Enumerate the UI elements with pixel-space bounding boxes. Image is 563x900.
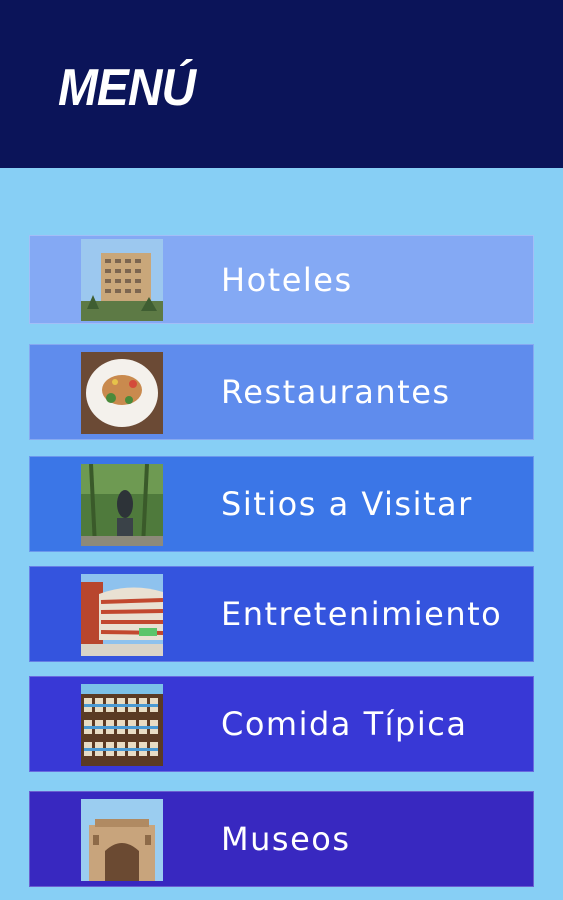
food-plate-image	[81, 352, 163, 434]
menu-item-label: Hoteles	[221, 260, 353, 299]
menu-item-label: Sitios a Visitar	[221, 485, 473, 523]
menu-item-hoteles[interactable]: Hoteles	[29, 235, 534, 324]
museum-facade-image	[81, 799, 163, 881]
menu-item-restaurantes[interactable]: Restaurantes	[29, 344, 534, 440]
market-shelves-image	[81, 684, 163, 766]
menu-item-sitios-a-visitar[interactable]: Sitios a Visitar	[29, 456, 534, 552]
menu-item-label: Restaurantes	[221, 373, 451, 411]
menu-item-museos[interactable]: Museos	[29, 791, 534, 887]
menu-item-label: Museos	[221, 820, 351, 858]
menu-item-entretenimiento[interactable]: Entretenimiento	[29, 566, 534, 662]
modern-building-image	[81, 574, 163, 656]
menu-list: Hoteles Restaurantes Sitios a Visitar En…	[0, 0, 563, 900]
menu-item-comida-tipica[interactable]: Comida Típica	[29, 676, 534, 772]
garden-statue-image	[81, 464, 163, 546]
hotel-building-image	[81, 239, 163, 321]
menu-item-label: Entretenimiento	[221, 595, 503, 633]
menu-item-label: Comida Típica	[221, 705, 468, 743]
